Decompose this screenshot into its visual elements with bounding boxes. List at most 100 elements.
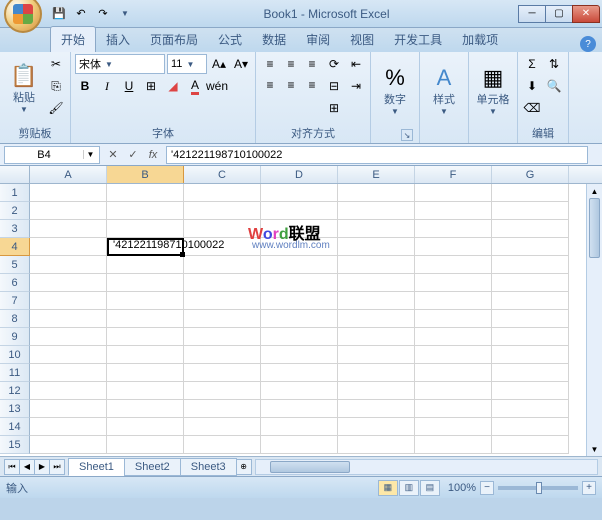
row-header[interactable]: 5 (0, 256, 30, 274)
qat-undo-icon[interactable]: ↶ (72, 5, 90, 23)
cell[interactable] (338, 364, 415, 382)
zoom-out-button[interactable]: − (480, 481, 494, 495)
cell[interactable] (415, 256, 492, 274)
styles-button[interactable]: A 样式 ▼ (424, 54, 464, 127)
scroll-thumb[interactable] (270, 461, 350, 473)
cell[interactable] (492, 256, 569, 274)
qat-redo-icon[interactable]: ↷ (94, 5, 112, 23)
cell[interactable] (107, 310, 184, 328)
chevron-down-icon[interactable]: ▼ (103, 60, 115, 69)
cell[interactable] (415, 436, 492, 454)
phonetic-button[interactable]: wén (207, 76, 227, 96)
column-header[interactable]: A (30, 166, 107, 183)
clear-button[interactable]: ⌫ (522, 98, 542, 118)
scroll-up-button[interactable]: ▲ (587, 184, 602, 198)
cell[interactable] (492, 274, 569, 292)
cell[interactable] (30, 382, 107, 400)
format-painter-button[interactable]: 🖌 (46, 98, 66, 118)
cell[interactable] (107, 364, 184, 382)
horizontal-scrollbar[interactable] (255, 459, 598, 475)
cell[interactable] (30, 274, 107, 292)
tab-formulas[interactable]: 公式 (208, 27, 252, 52)
insert-sheet-button[interactable]: ⊕ (236, 459, 252, 475)
cell[interactable] (415, 220, 492, 238)
cell[interactable] (261, 418, 338, 436)
tab-insert[interactable]: 插入 (96, 27, 140, 52)
cell[interactable] (415, 400, 492, 418)
cell[interactable] (261, 202, 338, 220)
sheet-nav-first[interactable]: ⏮ (4, 459, 20, 475)
cell[interactable] (415, 274, 492, 292)
column-header[interactable]: D (261, 166, 338, 183)
sheet-nav-next[interactable]: ▶ (34, 459, 50, 475)
bold-button[interactable]: B (75, 76, 95, 96)
cell[interactable] (415, 310, 492, 328)
view-normal-button[interactable]: ▦ (378, 480, 398, 496)
tab-data[interactable]: 数据 (252, 27, 296, 52)
cell[interactable] (30, 400, 107, 418)
cell[interactable] (492, 400, 569, 418)
font-color-button[interactable]: A (185, 76, 205, 96)
cell[interactable] (492, 238, 569, 256)
row-header[interactable]: 3 (0, 220, 30, 238)
cell[interactable] (261, 400, 338, 418)
cell[interactable] (338, 274, 415, 292)
paste-button[interactable]: 📋 粘贴 ▼ (4, 54, 44, 123)
font-size-combo[interactable]: 11▼ (167, 54, 207, 74)
cell[interactable] (107, 274, 184, 292)
cell[interactable] (107, 400, 184, 418)
view-page-break-button[interactable]: ▤ (420, 480, 440, 496)
cell[interactable] (184, 292, 261, 310)
maximize-button[interactable]: ▢ (545, 5, 573, 23)
cell[interactable] (184, 310, 261, 328)
tab-developer[interactable]: 开发工具 (384, 27, 452, 52)
row-header[interactable]: 8 (0, 310, 30, 328)
cell[interactable] (338, 310, 415, 328)
cell[interactable] (107, 184, 184, 202)
cell[interactable] (184, 274, 261, 292)
name-box[interactable]: ▼ (4, 146, 100, 164)
sheet-tab[interactable]: Sheet1 (68, 458, 125, 476)
cell[interactable] (338, 292, 415, 310)
cell[interactable] (492, 292, 569, 310)
cell[interactable] (261, 220, 338, 238)
zoom-in-button[interactable]: + (582, 481, 596, 495)
sheet-tab[interactable]: Sheet2 (124, 458, 181, 476)
cell[interactable] (338, 328, 415, 346)
cell[interactable] (261, 346, 338, 364)
cell[interactable] (30, 436, 107, 454)
cell[interactable] (30, 238, 107, 256)
vertical-scrollbar[interactable]: ▲ ▼ (586, 184, 602, 456)
align-top-button[interactable]: ≡ (260, 54, 280, 74)
cell[interactable] (184, 220, 261, 238)
align-left-button[interactable]: ≡ (260, 75, 280, 95)
cell[interactable] (415, 328, 492, 346)
view-page-layout-button[interactable]: ▥ (399, 480, 419, 496)
minimize-button[interactable]: ─ (518, 5, 546, 23)
align-center-button[interactable]: ≡ (281, 75, 301, 95)
cell[interactable] (30, 184, 107, 202)
cell[interactable] (30, 418, 107, 436)
font-name-combo[interactable]: 宋体▼ (75, 54, 165, 74)
tab-home[interactable]: 开始 (50, 26, 96, 52)
cell[interactable] (338, 436, 415, 454)
scroll-thumb[interactable] (589, 198, 600, 258)
cell[interactable] (261, 436, 338, 454)
formula-input[interactable]: '421221198710100022 (166, 146, 588, 164)
cell[interactable] (30, 346, 107, 364)
cell[interactable] (184, 256, 261, 274)
cell[interactable] (261, 364, 338, 382)
scroll-down-button[interactable]: ▼ (587, 442, 602, 456)
cell[interactable] (492, 328, 569, 346)
cell[interactable] (184, 184, 261, 202)
cell[interactable] (107, 436, 184, 454)
cell[interactable] (261, 256, 338, 274)
cell[interactable] (30, 310, 107, 328)
column-header[interactable]: E (338, 166, 415, 183)
cell[interactable] (261, 184, 338, 202)
row-header[interactable]: 2 (0, 202, 30, 220)
cell[interactable] (107, 238, 184, 256)
align-bottom-button[interactable]: ≡ (302, 54, 322, 74)
cells-button[interactable]: ▦ 单元格 ▼ (473, 54, 513, 127)
grow-font-button[interactable]: A▴ (209, 54, 229, 74)
